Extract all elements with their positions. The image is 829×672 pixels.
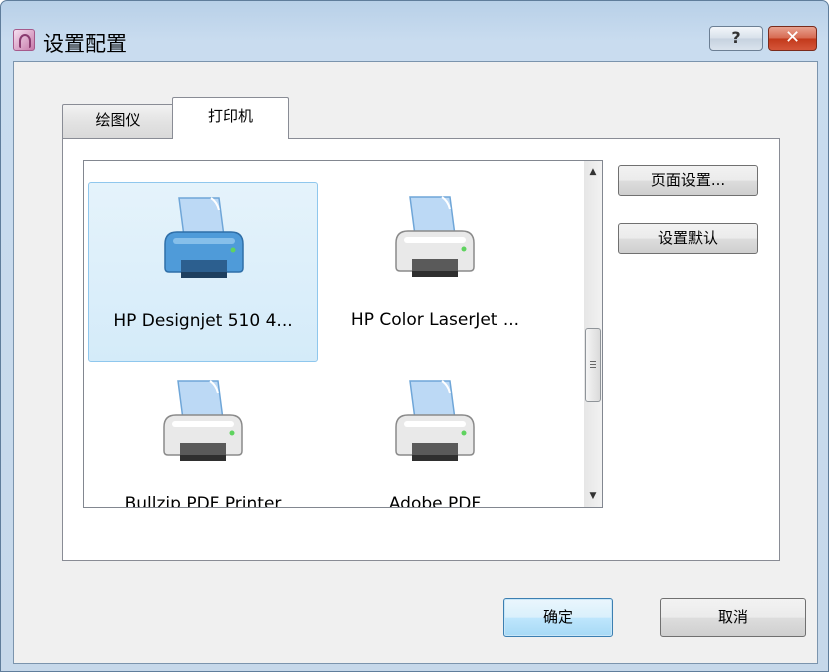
page-setup-button[interactable]: 页面设置... <box>618 165 758 196</box>
printer-item-bullzip[interactable]: Bullzip PDF Printer <box>88 366 318 507</box>
printer-icon <box>395 380 475 461</box>
title-bar[interactable]: 设置配置 ? ✕ <box>1 1 828 61</box>
window-title: 设置配置 <box>43 32 127 56</box>
ok-button[interactable]: 确定 <box>503 598 613 637</box>
tab-plotter[interactable]: 绘图仪 <box>62 104 174 138</box>
printer-icon <box>163 380 243 461</box>
close-button[interactable]: ✕ <box>768 26 817 51</box>
dialog-client-area: 绘图仪 打印机 HP Designjet 510 4... HP Color L… <box>13 61 818 664</box>
scroll-grip-icon <box>590 361 596 368</box>
printer-list[interactable]: HP Designjet 510 4... HP Color LaserJet … <box>83 160 603 508</box>
printer-label: Adobe PDF <box>388 494 482 507</box>
printer-list-items: HP Designjet 510 4... HP Color LaserJet … <box>84 161 584 507</box>
scroll-down-arrow-icon[interactable]: ▼ <box>584 487 602 505</box>
printer-icon <box>164 197 244 278</box>
printer-item-adobe-pdf[interactable]: Adobe PDF <box>320 366 550 507</box>
cancel-button[interactable]: 取消 <box>660 598 806 637</box>
printer-label: HP Designjet 510 4... <box>113 311 293 331</box>
app-icon <box>13 29 35 51</box>
printer-item-hp-designjet[interactable]: HP Designjet 510 4... <box>88 182 318 362</box>
printer-item-hp-color-laserjet[interactable]: HP Color LaserJet ... <box>320 182 550 362</box>
printer-label: Bullzip PDF Printer <box>124 494 282 507</box>
set-default-button[interactable]: 设置默认 <box>618 223 758 254</box>
printer-label: HP Color LaserJet ... <box>350 310 520 330</box>
printer-tab-panel: HP Designjet 510 4... HP Color LaserJet … <box>62 138 780 561</box>
settings-dialog: 设置配置 ? ✕ 绘图仪 打印机 HP Designjet 510 4... H… <box>0 0 829 672</box>
scroll-up-arrow-icon[interactable]: ▲ <box>584 163 602 181</box>
printer-icon <box>395 196 475 277</box>
vertical-scrollbar[interactable]: ▲ ▼ <box>584 161 602 507</box>
tab-printer[interactable]: 打印机 <box>172 97 289 139</box>
scroll-thumb[interactable] <box>585 328 601 402</box>
help-button[interactable]: ? <box>709 26 763 51</box>
